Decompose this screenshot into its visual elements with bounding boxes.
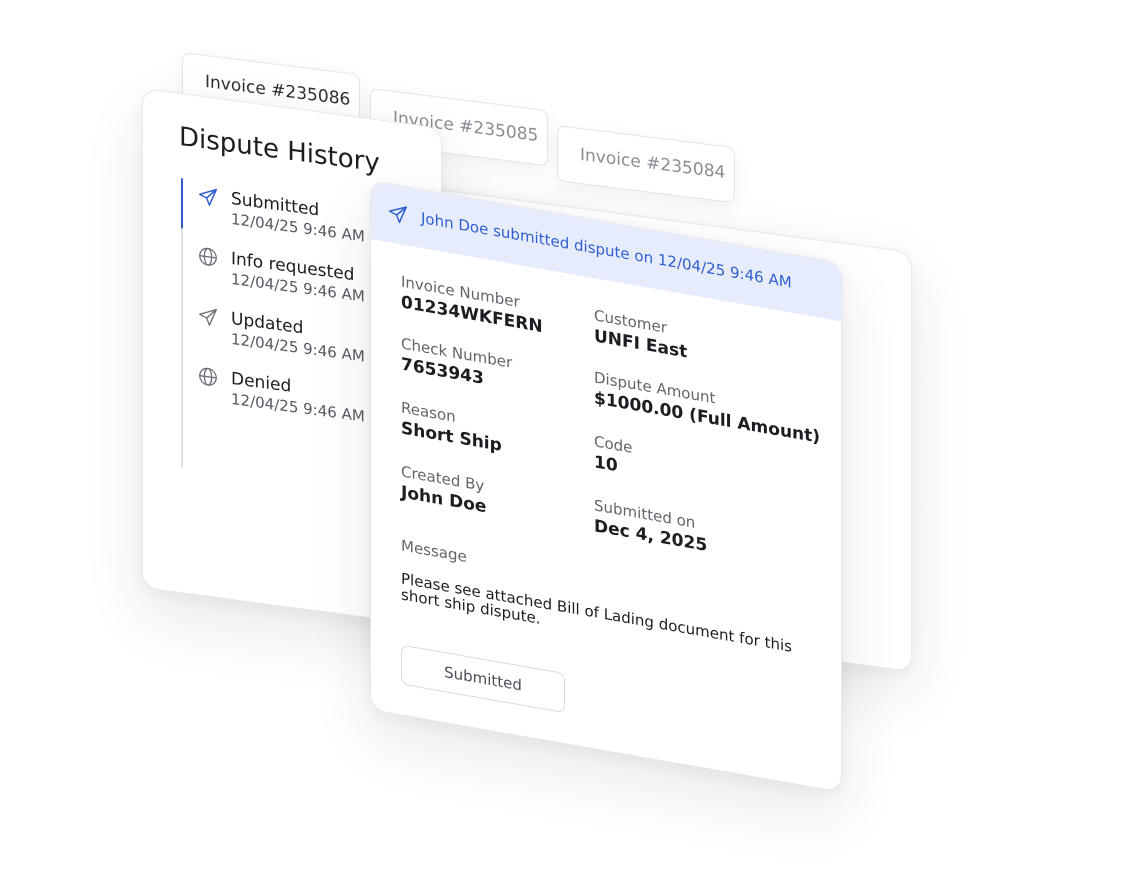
dispute-illustration: Invoice #235084 Invoice #235085 Invoice … [0, 0, 1128, 874]
history-item-updated[interactable]: Updated 12/04/25 9:46 AM [197, 304, 397, 375]
invoice-tab-235084[interactable]: Invoice #235084 [557, 125, 735, 204]
send-icon [197, 184, 219, 209]
send-icon [197, 304, 219, 329]
dispute-detail-card: John Doe submitted dispute on 12/04/25 9… [370, 180, 843, 793]
invoice-tab-label: Invoice #235084 [580, 144, 726, 184]
code-value: 10 [594, 452, 618, 477]
message-label: Message [401, 536, 467, 566]
send-icon [387, 201, 409, 227]
detail-header-text: John Doe submitted dispute on 12/04/25 9… [421, 208, 792, 292]
history-item-info-requested[interactable]: Info requested 12/04/25 9:46 AM [197, 244, 397, 315]
globe-icon [197, 364, 219, 389]
submitted-status-button[interactable]: Submitted [401, 644, 565, 714]
history-item-time: 12/04/25 9:46 AM [231, 389, 365, 426]
dispute-history-title: Dispute History [179, 121, 380, 179]
globe-icon [197, 244, 219, 269]
history-item-denied[interactable]: Denied 12/04/25 9:46 AM [197, 364, 397, 435]
timeline-active-indicator [181, 178, 183, 229]
history-item-submitted[interactable]: Submitted 12/04/25 9:46 AM [197, 184, 397, 255]
